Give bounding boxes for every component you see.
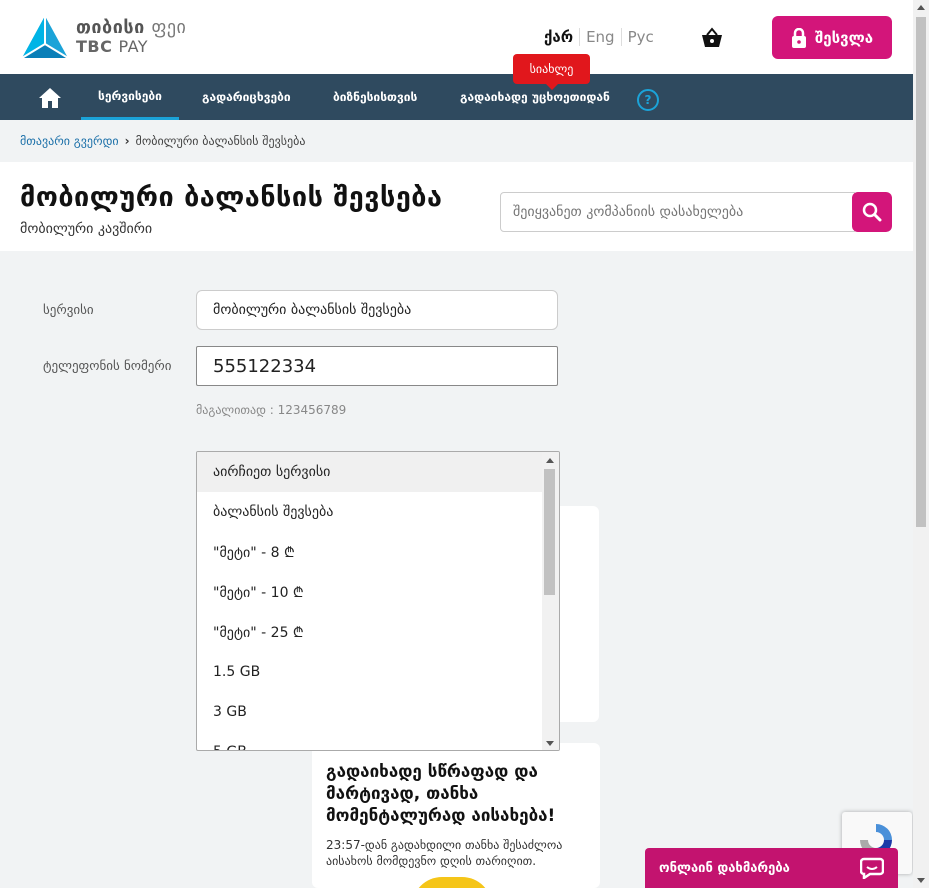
lock-icon (791, 27, 806, 48)
phone-hint: მაგალითად : 123456789 (196, 403, 347, 417)
dropdown-option[interactable]: აირჩიეთ სერვისი (197, 452, 544, 492)
logo-brand-ka: თიბისი (76, 17, 145, 38)
language-switcher: ქარ Eng Рус (538, 28, 660, 46)
breadcrumb: მთავარი გვერდი › მობილური ბალანსის შევსე… (20, 134, 305, 148)
coin-illustration (412, 877, 492, 888)
service-value: მობილური ბალანსის შევსება (213, 302, 412, 318)
phone-number-value: 555122334 (213, 355, 317, 377)
scroll-up-arrow-icon[interactable] (546, 458, 554, 463)
logo-pay-en: PAY (118, 37, 149, 56)
page-subtitle: მობილური კავშირი (20, 221, 153, 237)
dropdown-option[interactable]: "მეტი" - 25 ₾ (197, 612, 544, 652)
home-icon[interactable] (38, 87, 62, 109)
dropdown-option[interactable]: 1.5 GB (197, 652, 544, 692)
title-band: მობილური ბალანსის შევსება მობილური კავში… (0, 162, 913, 251)
breadcrumb-home-link[interactable]: მთავარი გვერდი (20, 134, 119, 148)
dropdown-option[interactable]: "მეტი" - 8 ₾ (197, 532, 544, 572)
page-scrollbar[interactable] (913, 0, 929, 888)
page-scroll-thumb[interactable] (916, 17, 926, 527)
chevron-right-icon: › (124, 134, 130, 148)
main-nav: სერვისები გადარიცხვები ბიზნესისთვის გადა… (0, 74, 913, 120)
dropdown-option[interactable]: "მეტი" - 10 ₾ (197, 572, 544, 612)
basket-icon[interactable] (699, 27, 725, 49)
chat-bubble-icon (860, 857, 884, 879)
company-search-input[interactable] (500, 192, 855, 232)
phone-number-field[interactable]: 555122334 (196, 346, 558, 386)
nav-item-services[interactable]: სერვისები (81, 74, 179, 120)
scroll-down-arrow-icon[interactable] (546, 741, 554, 746)
promo-text: 23:57-დან გადახდილი თანხა შესაძლოა აისახ… (326, 838, 563, 868)
promo-card: გადაიხადე სწრაფად და მარტივად, თანხა მომ… (312, 743, 600, 888)
tbc-pay-logo[interactable]: თიბისი ფეი TBC PAY (20, 14, 186, 60)
scroll-down-arrow-icon[interactable] (917, 878, 925, 883)
dropdown-option[interactable]: 5 GB (197, 732, 544, 750)
login-label: შესვლა (814, 28, 873, 47)
top-header: თიბისი ფეი TBC PAY ქარ Eng Рус შესვლა (0, 0, 913, 74)
logo-brand-en: TBC (76, 37, 113, 56)
dropdown-option[interactable]: ბალანსის შევსება (197, 492, 544, 532)
nav-item-business[interactable]: ბიზნესისთვის (333, 74, 417, 120)
search-button[interactable] (852, 192, 892, 232)
new-badge: სიახლე (513, 54, 590, 90)
dropdown-scroll-thumb[interactable] (544, 469, 555, 595)
nav-item-transfers[interactable]: გადარიცხვები (202, 74, 291, 120)
service-field[interactable]: მობილური ბალანსის შევსება (196, 290, 558, 330)
logo-pay-ka: ფეი (151, 17, 187, 38)
lang-russian[interactable]: Рус (622, 28, 660, 46)
dropdown-option[interactable]: 3 GB (197, 692, 544, 732)
lang-english[interactable]: Eng (580, 28, 621, 46)
tbc-logo-icon (21, 16, 69, 59)
help-icon[interactable]: ? (637, 89, 659, 111)
scroll-up-arrow-icon[interactable] (917, 5, 925, 10)
dropdown-scrollbar[interactable] (542, 452, 559, 750)
service-label: სერვისი (43, 303, 94, 318)
search-icon (862, 202, 882, 222)
login-button[interactable]: შესვლა (772, 16, 892, 59)
service-option-dropdown[interactable]: აირჩიეთ სერვისი ბალანსის შევსება "მეტი" … (196, 451, 560, 751)
online-help-chat[interactable]: ონლაინ დახმარება (645, 848, 898, 888)
breadcrumb-current: მობილური ბალანსის შევსება (135, 134, 306, 148)
page-title: მობილური ბალანსის შევსება (20, 182, 443, 213)
phone-label: ტელეფონის ნომერი (43, 359, 172, 374)
chat-label: ონლაინ დახმარება (659, 860, 790, 876)
promo-title: გადაიხადე სწრაფად და მარტივად, თანხა მომ… (326, 762, 556, 826)
lang-georgian[interactable]: ქარ (538, 28, 579, 46)
